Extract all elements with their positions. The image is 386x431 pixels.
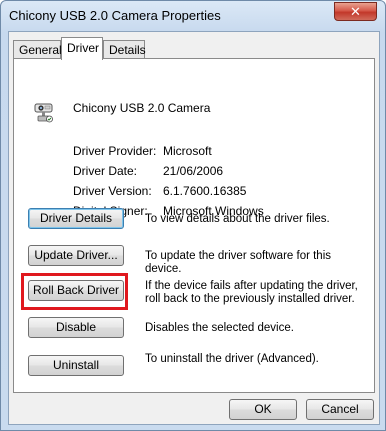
driver-date-value: 21/06/2006 [163,164,224,178]
title-bar[interactable]: Chicony USB 2.0 Camera Properties ✕ [1,1,385,31]
update-driver-description: To update the driver software for this d… [145,250,332,275]
window-title: Chicony USB 2.0 Camera Properties [9,8,221,23]
disable-description: Disables the selected device. [145,322,294,334]
cancel-button[interactable]: Cancel [306,399,374,420]
driver-version-label: Driver Version: [73,184,152,198]
update-driver-button[interactable]: Update Driver... [28,245,124,266]
roll-back-highlight-box [21,273,128,310]
tab-details[interactable]: Details [103,40,146,59]
roll-back-driver-description: If the device fails after updating the d… [145,280,358,305]
tab-general[interactable]: General [13,40,62,59]
ok-button[interactable]: OK [229,399,297,420]
properties-window: Chicony USB 2.0 Camera Properties ✕ Gene… [0,0,386,431]
tab-driver[interactable]: Driver [61,37,103,60]
driver-version-value: 6.1.7600.16385 [163,184,247,198]
driver-provider-label: Driver Provider: [73,144,157,158]
driver-details-button[interactable]: Driver Details [28,208,124,229]
driver-provider-value: Microsoft [163,144,212,158]
camera-icon [34,103,53,123]
uninstall-description: To uninstall the driver (Advanced). [145,353,319,365]
disable-button[interactable]: Disable [28,317,124,338]
driver-details-description: To view details about the driver files. [145,213,330,225]
close-icon: ✕ [350,4,361,19]
device-name: Chicony USB 2.0 Camera [73,101,211,115]
close-button[interactable]: ✕ [334,2,377,21]
driver-date-label: Driver Date: [73,164,138,178]
uninstall-button[interactable]: Uninstall [28,355,124,376]
